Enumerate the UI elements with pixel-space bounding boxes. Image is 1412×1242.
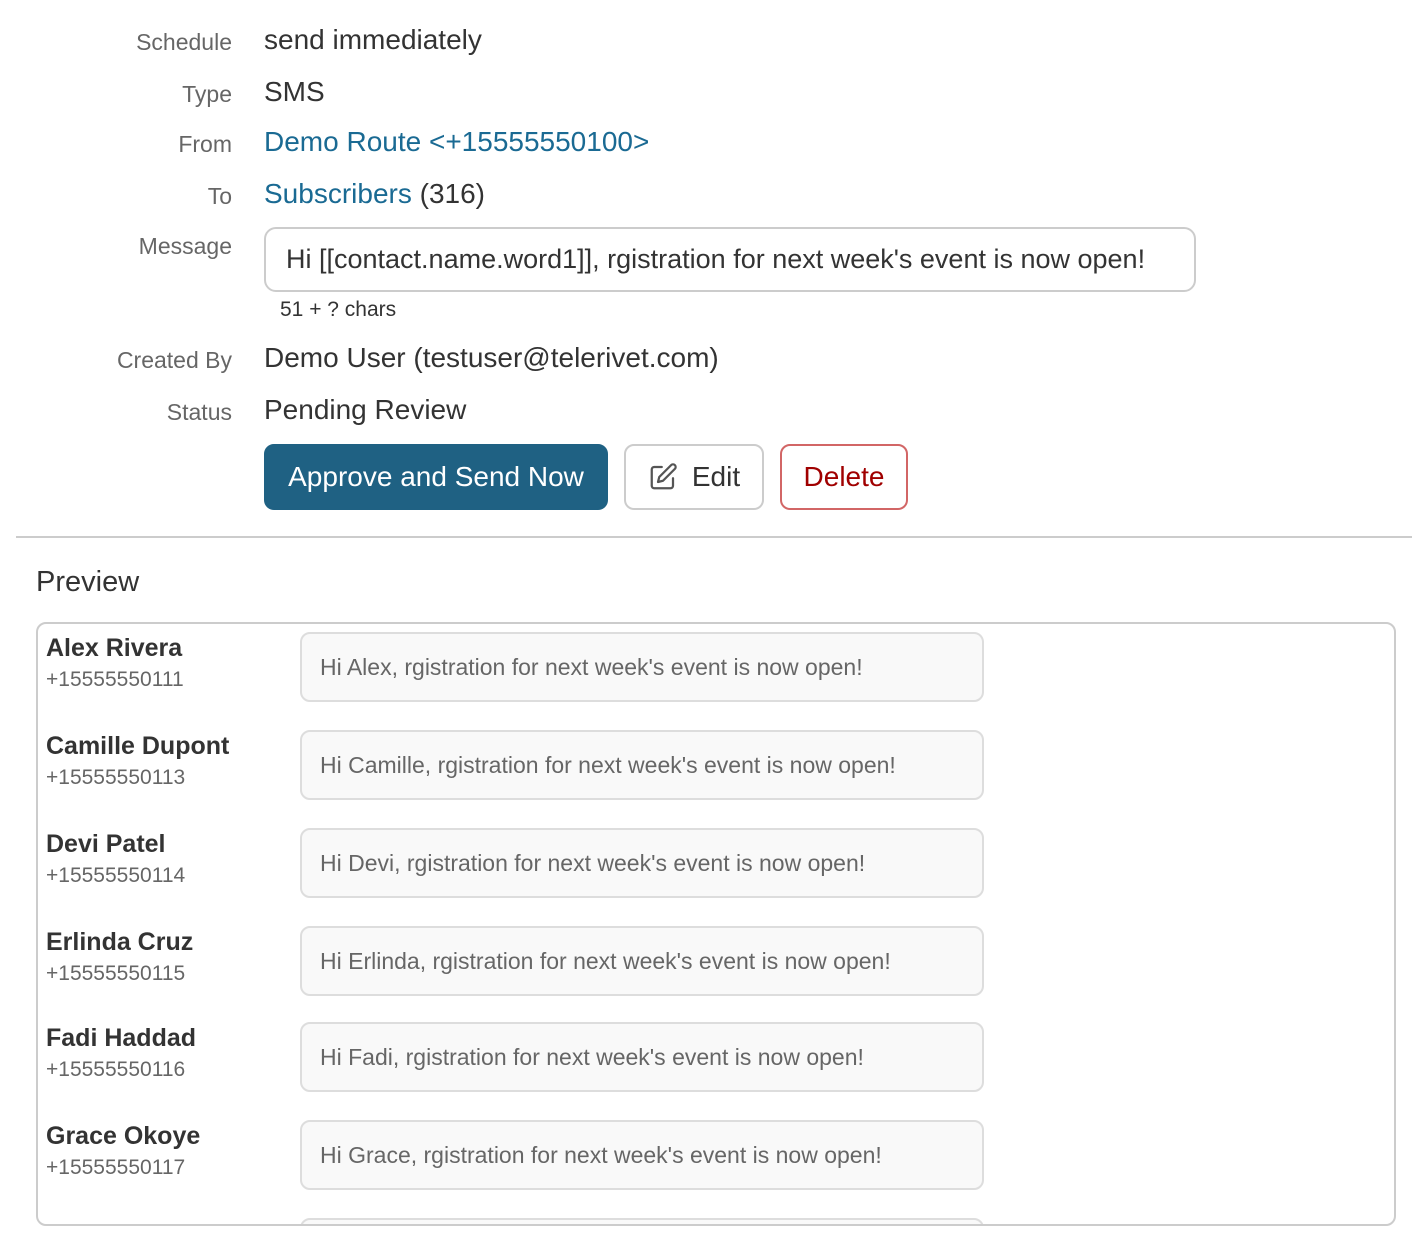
contact-phone: +15555550114 <box>46 864 186 887</box>
message-label: Message <box>138 233 232 259</box>
type-label: Type <box>182 81 232 107</box>
from-route-link[interactable]: Demo Route <+15555550100> <box>264 126 649 158</box>
approve-and-send-button[interactable]: Approve and Send Now <box>264 444 608 510</box>
preview-message <box>300 1218 984 1224</box>
contact-name: Devi Patel <box>46 830 166 858</box>
subscribers-link[interactable]: Subscribers <box>264 178 412 209</box>
to-value: Subscribers (316) <box>264 178 485 210</box>
contact-phone: +15555550116 <box>46 1058 186 1081</box>
preview-message: Hi Devi, rgistration for next week's eve… <box>300 828 984 898</box>
preview-message: Hi Grace, rgistration for next week's ev… <box>300 1120 984 1190</box>
recipient-count: (316) <box>419 178 485 209</box>
type-value: SMS <box>264 76 325 107</box>
schedule-label: Schedule <box>136 29 232 55</box>
list-item: Alex Rivera +15555550111 Hi Alex, rgistr… <box>38 624 1394 714</box>
contact-phone: +15555550115 <box>46 962 186 985</box>
list-item: Erlinda Cruz +15555550115 Hi Erlinda, rg… <box>38 918 1394 1008</box>
preview-message: Hi Erlinda, rgistration for next week's … <box>300 926 984 996</box>
to-label: To <box>207 183 232 209</box>
from-label: From <box>178 131 232 157</box>
edit-button-label: Edit <box>691 461 741 492</box>
preview-list[interactable]: Alex Rivera +15555550111 Hi Alex, rgistr… <box>36 622 1396 1226</box>
pencil-square-icon <box>650 463 677 490</box>
created-by-label: Created By <box>116 347 232 373</box>
contact-name: Grace Okoye <box>46 1122 201 1150</box>
list-item <box>38 1210 1394 1224</box>
preview-message: Hi Alex, rgistration for next week's eve… <box>300 632 984 702</box>
preview-message: Hi Camille, rgistration for next week's … <box>300 730 984 800</box>
section-divider <box>16 536 1412 538</box>
contact-phone: +15555550111 <box>46 668 184 691</box>
contact-phone: +15555550113 <box>46 766 186 789</box>
created-by-value: Demo User (testuser@telerivet.com) <box>264 342 719 373</box>
list-item: Camille Dupont +15555550113 Hi Camille, … <box>38 722 1394 812</box>
list-item: Devi Patel +15555550114 Hi Devi, rgistra… <box>38 820 1394 910</box>
status-label: Status <box>166 399 232 425</box>
contact-name: Erlinda Cruz <box>46 928 194 956</box>
contact-name: Camille Dupont <box>46 732 230 760</box>
preview-message: Hi Fadi, rgistration for next week's eve… <box>300 1022 984 1092</box>
preview-title: Preview <box>36 566 140 598</box>
message-template: Hi [[contact.name.word1]], rgistration f… <box>264 227 1196 292</box>
list-item: Grace Okoye +15555550117 Hi Grace, rgist… <box>38 1112 1394 1202</box>
schedule-value: send immediately <box>264 24 482 55</box>
list-item: Fadi Haddad +15555550116 Hi Fadi, rgistr… <box>38 1014 1394 1104</box>
delete-button[interactable]: Delete <box>780 444 908 510</box>
char-count: 51 + ? chars <box>280 298 397 321</box>
contact-name: Fadi Haddad <box>46 1024 197 1052</box>
contact-phone: +15555550117 <box>46 1156 186 1179</box>
contact-name: Alex Rivera <box>46 634 183 662</box>
edit-button[interactable]: Edit <box>624 444 764 510</box>
status-value: Pending Review <box>264 394 467 425</box>
